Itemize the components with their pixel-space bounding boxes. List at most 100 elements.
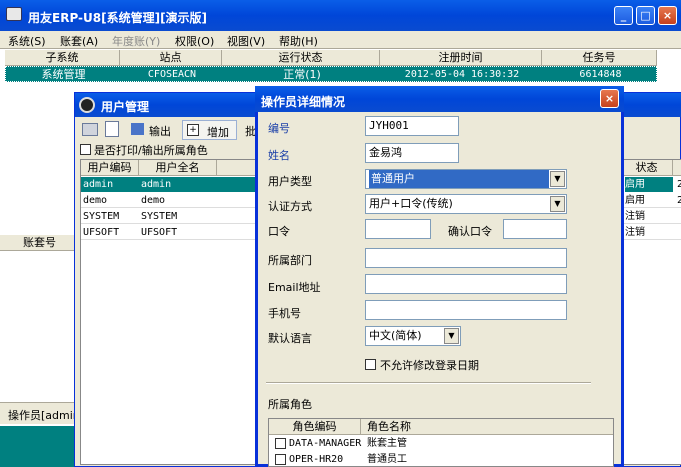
col-task-no[interactable]: 任务号	[542, 50, 657, 66]
col-subsystem[interactable]: 子系统	[5, 50, 120, 66]
col-register-time[interactable]: 注册时间	[380, 50, 542, 66]
password-field[interactable]	[365, 219, 431, 239]
col-account-no[interactable]: 账套号	[0, 235, 80, 251]
chevron-down-icon[interactable]: ▼	[550, 196, 565, 212]
dialog-close-icon[interactable]: ×	[600, 89, 619, 108]
email-label: Email地址	[268, 281, 321, 294]
add-label: 增加	[207, 126, 229, 139]
print-roles-checkbox[interactable]	[80, 144, 91, 155]
user-name: demo	[141, 195, 166, 206]
user-name: UFSOFT	[141, 227, 178, 238]
auth-method-value: 用户+口令(传统)	[369, 197, 453, 210]
operator-detail-dialog: 操作员详细情况 × 编号 JYH001 姓名 金易鸿 用户类型 普通用户 ▼ 认…	[255, 86, 624, 467]
roles-grid: 角色编码 角色名称 DATA-MANAGER 账套主管 OPER-HR20 普通…	[268, 418, 614, 467]
add-icon: +	[187, 124, 199, 136]
dialog-title: 操作员详细情况	[261, 95, 346, 109]
toolbar-output-icon[interactable]	[131, 123, 144, 135]
user-status: 注销	[625, 211, 645, 222]
toolbar-add-button[interactable]: + 增加	[182, 120, 237, 140]
user-status: 注销	[625, 227, 645, 238]
language-value: 中文(简体)	[369, 329, 422, 342]
col-role-code[interactable]: 角色编码	[269, 419, 361, 435]
department-label: 所属部门	[268, 254, 312, 267]
roles-label: 所属角色	[268, 398, 312, 411]
role-code: OPER-HR20	[289, 454, 344, 465]
phone-label: 手机号	[268, 307, 301, 320]
user-window-title: 用户管理	[101, 100, 150, 114]
menu-system[interactable]: 系统(S)	[8, 33, 46, 49]
user-type-value: 普通用户	[369, 170, 549, 188]
toolbar-print-icon[interactable]	[82, 123, 98, 136]
auth-method-select[interactable]: 用户+口令(传统) ▼	[365, 194, 567, 214]
no-modify-date-checkbox[interactable]	[365, 359, 376, 370]
col-role-name[interactable]: 角色名称	[361, 419, 613, 435]
user-code: UFSOFT	[83, 227, 120, 238]
chevron-down-icon[interactable]: ▼	[550, 171, 565, 187]
name-label: 姓名	[268, 149, 290, 162]
menu-account[interactable]: 账套(A)	[60, 33, 98, 49]
user-code: admin	[81, 177, 139, 192]
col-extra	[673, 160, 681, 176]
col-user-code[interactable]: 用户编码	[81, 160, 139, 176]
menu-view[interactable]: 视图(V)	[227, 33, 265, 49]
maximize-icon[interactable]: □	[636, 6, 655, 25]
user-status: 启用	[625, 177, 673, 192]
cell-register-time: 2012-05-04 16:30:32	[404, 69, 520, 80]
language-label: 默认语言	[268, 332, 312, 345]
toolbar-preview-icon[interactable]	[105, 121, 119, 137]
dialog-title-bar[interactable]: 操作员详细情况 ×	[255, 86, 624, 112]
col-user-status[interactable]: 状态	[621, 160, 673, 176]
menu-permission[interactable]: 权限(O)	[175, 33, 214, 49]
user-blank	[217, 177, 257, 192]
cell-subsystem: 系统管理	[41, 68, 86, 81]
password-label: 口令	[268, 225, 290, 238]
user-extra: 2	[677, 177, 681, 192]
main-title-bar[interactable]: 用友ERP-U8[系统管理][演示版] _ □ ×	[0, 0, 681, 31]
language-select[interactable]: 中文(简体) ▼	[365, 326, 461, 346]
app-icon	[6, 7, 22, 21]
phone-field[interactable]	[365, 300, 567, 320]
close-icon[interactable]: ×	[658, 6, 677, 25]
toolbar-output-button[interactable]: 输出	[149, 123, 171, 139]
menu-help[interactable]: 帮助(H)	[279, 33, 318, 49]
list-item[interactable]: DATA-MANAGER 账套主管	[269, 436, 613, 451]
auth-method-label: 认证方式	[268, 200, 312, 213]
user-type-label: 用户类型	[268, 175, 312, 188]
name-field[interactable]: 金易鸿	[365, 143, 459, 163]
cell-site: CFOSEACN	[147, 69, 197, 80]
department-field[interactable]	[365, 248, 567, 268]
role-code: DATA-MANAGER	[289, 438, 362, 449]
cell-run-status: 正常(1)	[283, 68, 321, 81]
user-code: SYSTEM	[83, 211, 120, 222]
print-roles-label: 是否打印/输出所属角色	[94, 144, 208, 157]
confirm-password-field[interactable]	[503, 219, 567, 239]
user-extra: 2	[677, 193, 681, 208]
user-window-icon	[79, 97, 95, 113]
code-field[interactable]: JYH001	[365, 116, 459, 136]
table-row[interactable]: 系统管理 CFOSEACN 正常(1) 2012-05-04 16:30:32 …	[5, 66, 657, 82]
cell-task-no: 6614848	[579, 69, 622, 80]
role-name: 普通员工	[367, 454, 407, 465]
code-label: 编号	[268, 122, 290, 135]
role-name: 账套主管	[367, 438, 407, 449]
menu-year-account[interactable]: 年度账(Y)	[112, 33, 160, 49]
email-field[interactable]	[365, 274, 567, 294]
user-type-select[interactable]: 普通用户 ▼	[365, 169, 567, 189]
minimize-icon[interactable]: _	[614, 6, 633, 25]
role-checkbox[interactable]	[275, 454, 286, 465]
status-operator: 操作员[admin	[8, 409, 80, 422]
left-panel: 账套号	[0, 233, 80, 403]
col-site[interactable]: 站点	[120, 50, 222, 66]
col-user-name[interactable]: 用户全名	[139, 160, 217, 176]
col-run-status[interactable]: 运行状态	[222, 50, 380, 66]
chevron-down-icon[interactable]: ▼	[444, 328, 459, 344]
list-item[interactable]: OPER-HR20 普通员工	[269, 452, 613, 466]
user-code: demo	[83, 195, 108, 206]
user-name: admin	[139, 177, 217, 192]
role-checkbox[interactable]	[275, 438, 286, 449]
no-modify-date-label: 不允许修改登录日期	[380, 359, 479, 372]
confirm-password-label: 确认口令	[448, 225, 492, 238]
user-status: 启用	[625, 195, 645, 206]
menu-bar: 系统(S) 账套(A) 年度账(Y) 权限(O) 视图(V) 帮助(H)	[0, 31, 681, 49]
user-name: SYSTEM	[141, 211, 178, 222]
